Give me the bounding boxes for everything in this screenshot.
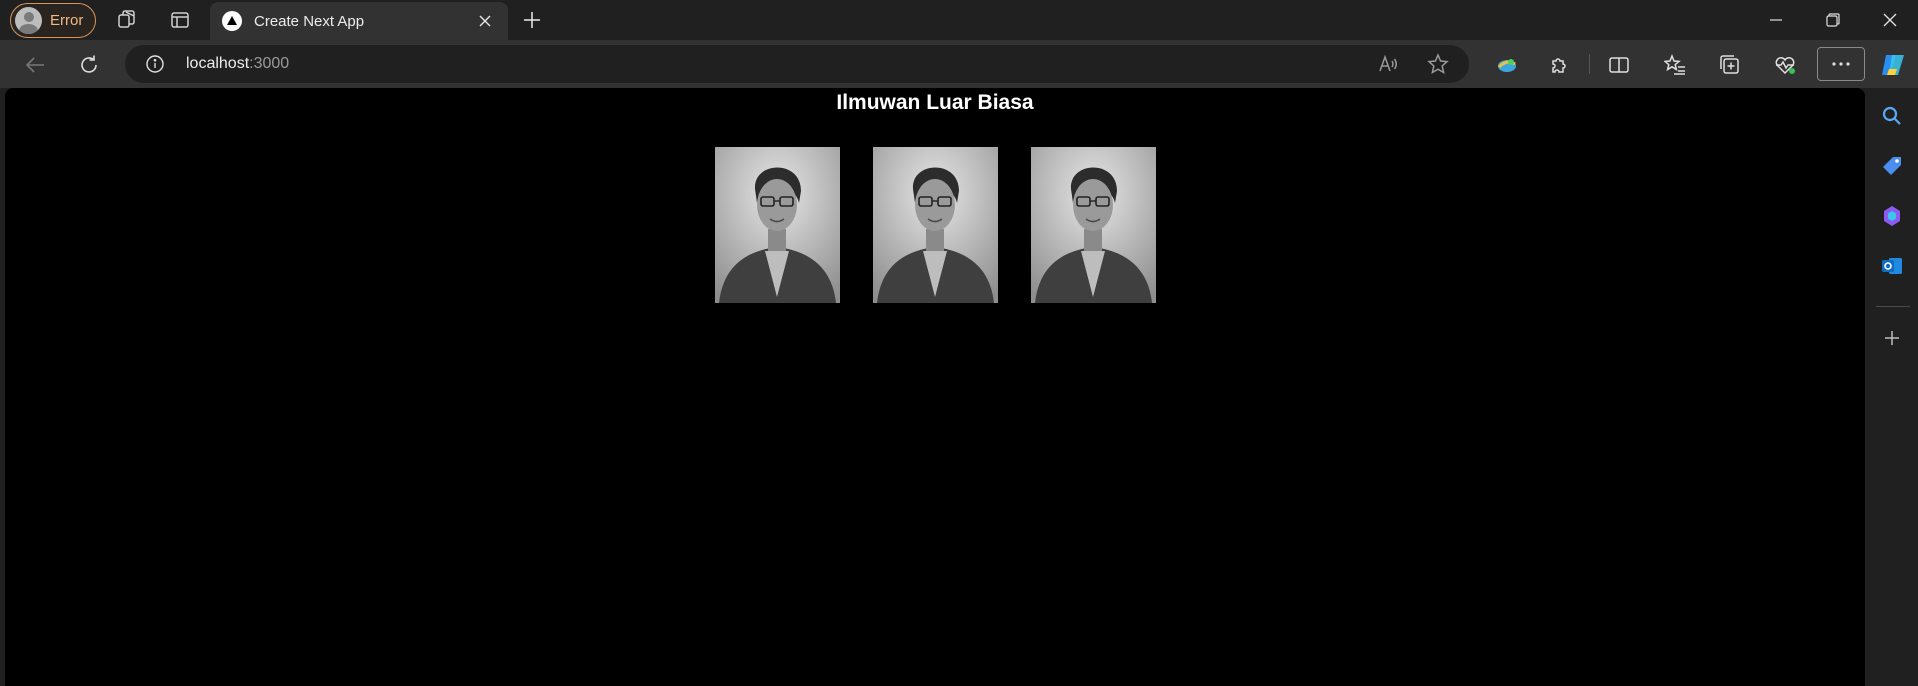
extensions-icon[interactable] (1544, 50, 1574, 80)
split-screen-icon[interactable] (1604, 50, 1634, 80)
edge-sidebar (1866, 88, 1918, 686)
user-avatar-icon (15, 7, 42, 34)
read-aloud-icon[interactable] (1375, 51, 1401, 77)
scientist-photo-3 (1031, 147, 1156, 303)
tab-create-next-app[interactable]: Create Next App (210, 2, 508, 40)
nextjs-triangle-icon (222, 11, 242, 31)
refresh-icon[interactable] (74, 50, 104, 80)
url-text: localhost:3000 (186, 55, 289, 73)
outlook-icon[interactable] (1878, 252, 1906, 280)
scientist-photo-2 (873, 147, 998, 303)
minimize-icon[interactable] (1748, 0, 1804, 40)
restore-icon[interactable] (1805, 0, 1861, 40)
collections-icon[interactable] (1715, 50, 1745, 80)
url-port: :3000 (249, 55, 290, 72)
close-icon[interactable] (474, 10, 496, 32)
scientist-photo-1 (715, 147, 840, 303)
more-options-icon[interactable] (1817, 47, 1865, 81)
search-icon[interactable] (1878, 102, 1906, 130)
window-close-icon[interactable] (1862, 0, 1918, 40)
shopping-tag-icon[interactable] (1878, 152, 1906, 180)
vertical-tabs-icon[interactable] (167, 7, 193, 33)
workspaces-icon[interactable] (114, 7, 140, 33)
new-tab-plus-icon[interactable] (518, 6, 546, 34)
copilot-icon[interactable] (1878, 49, 1910, 81)
back-arrow-icon[interactable] (20, 50, 50, 80)
tab-strip: Error Create Next App (0, 0, 1918, 40)
profile-button[interactable]: Error (10, 3, 97, 38)
site-info-icon[interactable] (145, 54, 165, 74)
copilot-sidebar-icon[interactable] (1878, 202, 1906, 230)
url-host: localhost (186, 55, 250, 72)
favorites-icon[interactable] (1660, 50, 1690, 80)
browser-health-icon[interactable] (1770, 50, 1800, 80)
add-plus-icon[interactable] (1878, 324, 1906, 352)
page-title: Ilmuwan Luar Biasa (836, 91, 1034, 114)
browser-toolbar: localhost:3000 (0, 40, 1918, 88)
toolbar-separator (1589, 54, 1590, 74)
tab-title: Create Next App (254, 12, 365, 30)
profile-label: Error (50, 12, 84, 29)
page-viewport: Ilmuwan Luar Biasa (5, 88, 1865, 686)
sidebar-separator (1876, 306, 1910, 307)
browser-essentials-icon[interactable] (1492, 50, 1522, 80)
favorite-star-icon[interactable] (1425, 51, 1451, 77)
address-bar[interactable]: localhost:3000 (125, 45, 1469, 83)
